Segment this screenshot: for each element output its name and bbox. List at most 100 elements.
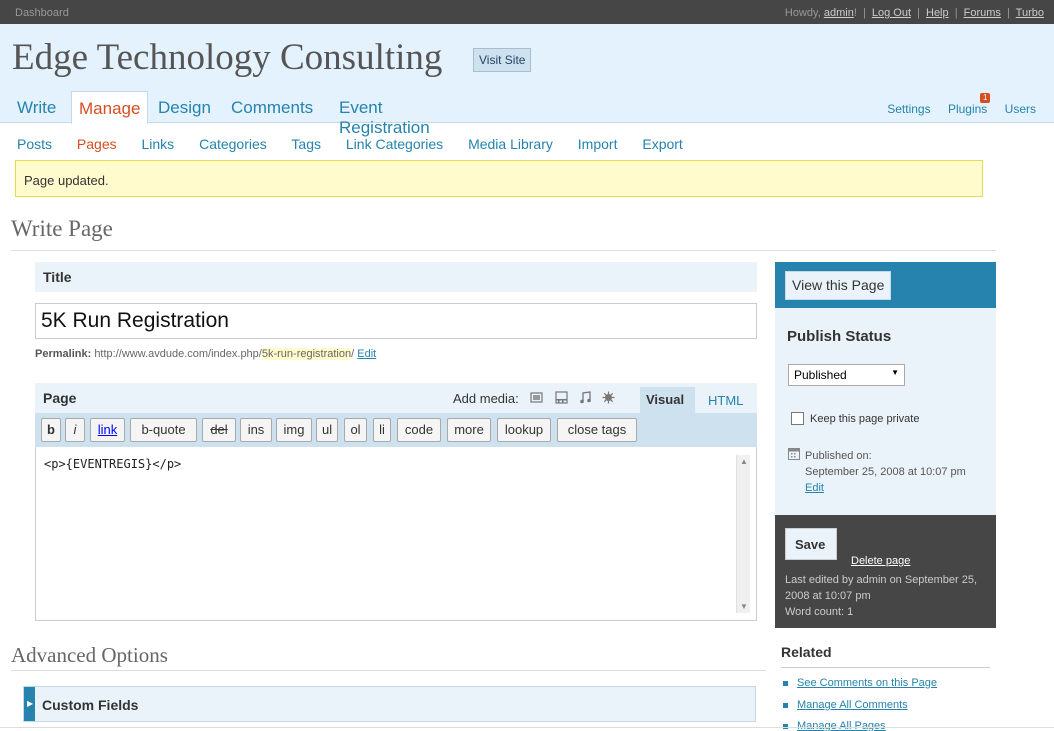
subnav-categories[interactable]: Categories xyxy=(199,136,267,152)
related-heading: Related xyxy=(781,644,832,660)
list-item: See Comments on this Page xyxy=(783,677,937,689)
editor-scrollbar[interactable]: ▲ ▼ xyxy=(736,455,750,613)
qt-more-button[interactable]: more xyxy=(447,418,491,442)
save-box: Save Delete page Last edited by admin on… xyxy=(775,515,996,628)
bullet-icon xyxy=(783,680,788,686)
publish-status-select[interactable]: Published ▼ xyxy=(788,364,905,386)
user-profile-link[interactable]: admin xyxy=(824,7,854,19)
scroll-down-icon[interactable]: ▼ xyxy=(740,602,748,611)
permalink-edit-link[interactable]: Edit xyxy=(357,348,376,360)
keep-private-checkbox[interactable] xyxy=(791,412,804,425)
nav-write[interactable]: Write xyxy=(10,91,63,123)
tab-visual[interactable]: Visual xyxy=(640,387,695,413)
title-input[interactable]: 5K Run Registration xyxy=(35,303,757,339)
qt-ins-button[interactable]: ins xyxy=(240,418,272,442)
manage-comments-link[interactable]: Manage All Comments xyxy=(797,699,908,711)
published-edit-link[interactable]: Edit xyxy=(805,482,824,494)
qt-italic-button[interactable]: i xyxy=(65,418,85,442)
nav-comments[interactable]: Comments xyxy=(224,91,320,123)
published-on-text: Published on: September 25, 2008 at 10:0… xyxy=(805,448,980,496)
permalink-slug: 5k-run-registration xyxy=(261,348,352,360)
divider xyxy=(11,250,996,251)
calendar-icon xyxy=(788,448,800,460)
keep-private-label[interactable]: Keep this page private xyxy=(810,413,919,425)
qt-blockquote-button[interactable]: b-quote xyxy=(130,418,197,442)
sub-nav: Posts Pages Links Categories Tags Link C… xyxy=(17,136,704,152)
site-title: Edge Technology Consulting xyxy=(12,37,443,78)
logout-link[interactable]: Log Out xyxy=(872,7,911,19)
qt-li-button[interactable]: li xyxy=(373,418,391,442)
last-edited-info: Last edited by admin on September 25, 20… xyxy=(785,572,990,620)
nav-users[interactable]: Users xyxy=(1005,102,1036,116)
permalink: Permalink: http://www.avdude.com/index.p… xyxy=(35,348,376,360)
admin-topbar: Dashboard Howdy, admin! | Log Out | Help… xyxy=(0,0,1054,24)
tab-html[interactable]: HTML xyxy=(708,393,743,408)
subnav-posts[interactable]: Posts xyxy=(17,136,52,152)
qt-code-button[interactable]: code xyxy=(397,418,441,442)
quicktags-toolbar: b i link b-quote del ins img ul ol li co… xyxy=(35,413,757,447)
update-notice: Page updated. xyxy=(15,160,983,197)
help-link[interactable]: Help xyxy=(926,7,949,19)
turbo-link[interactable]: Turbo xyxy=(1016,7,1044,19)
nav-manage[interactable]: Manage xyxy=(71,91,149,124)
publish-status-value: Published xyxy=(794,368,847,382)
add-image-icon[interactable] xyxy=(530,391,543,404)
bullet-icon xyxy=(783,702,788,708)
last-edited-text: Last edited by admin on September 25, 20… xyxy=(785,574,978,602)
title-box-header: Title xyxy=(35,262,757,292)
subnav-tags[interactable]: Tags xyxy=(291,136,321,152)
visit-site-button[interactable]: Visit Site xyxy=(473,48,532,72)
add-audio-icon[interactable] xyxy=(579,391,592,404)
list-item: Manage All Comments xyxy=(783,699,908,711)
plugins-label: Plugins xyxy=(947,102,988,116)
add-media-icon[interactable] xyxy=(602,391,615,404)
qt-bold-button[interactable]: b xyxy=(41,418,61,442)
see-comments-link[interactable]: See Comments on this Page xyxy=(797,677,937,689)
publish-status-box: Publish Status Published ▼ Keep this pag… xyxy=(775,308,996,515)
subnav-media-library[interactable]: Media Library xyxy=(468,136,553,152)
content-editor[interactable]: <p>{EVENTREGIS}</p> ▲ ▼ xyxy=(35,447,757,621)
chevron-down-icon: ▼ xyxy=(891,368,899,377)
custom-fields-box[interactable]: ▶ Custom Fields xyxy=(23,686,756,722)
howdy-text: Howdy, xyxy=(784,7,821,19)
nav-settings[interactable]: Settings xyxy=(887,102,930,116)
add-media-label: Add media: xyxy=(453,391,519,406)
user-links: Howdy, admin! | Log Out | Help | Forums … xyxy=(784,7,1044,19)
nav-design[interactable]: Design xyxy=(151,91,218,123)
exclaim: ! xyxy=(853,7,857,19)
subnav-pages[interactable]: Pages xyxy=(77,136,117,152)
divider xyxy=(11,670,766,671)
qt-del-button[interactable]: del xyxy=(202,418,236,442)
qt-close-tags-button[interactable]: close tags xyxy=(557,418,637,442)
subnav-export[interactable]: Export xyxy=(642,136,682,152)
subnav-link-categories[interactable]: Link Categories xyxy=(346,136,443,152)
delete-page-link[interactable]: Delete page xyxy=(851,555,910,567)
permalink-base: http://www.avdude.com/index.php/ xyxy=(94,348,262,360)
divider xyxy=(781,667,990,668)
site-header: Edge Technology Consulting Visit Site Wr… xyxy=(0,24,1054,137)
settings-nav: Settings Plugins 1 Users xyxy=(873,93,1036,116)
published-date: September 25, 2008 at 10:07 pm xyxy=(805,466,966,478)
expand-arrow-icon[interactable]: ▶ xyxy=(24,687,35,721)
published-on-label: Published on: xyxy=(805,450,872,462)
manage-pages-link[interactable]: Manage All Pages xyxy=(797,720,886,731)
view-page-button[interactable]: View this Page xyxy=(785,271,892,300)
word-count: Word count: 1 xyxy=(785,606,854,618)
qt-ol-button[interactable]: ol xyxy=(344,418,367,442)
qt-ul-button[interactable]: ul xyxy=(316,418,338,442)
scroll-up-icon[interactable]: ▲ xyxy=(740,457,748,466)
save-button[interactable]: Save xyxy=(785,528,837,560)
add-video-icon[interactable] xyxy=(555,391,568,404)
dashboard-label: Dashboard xyxy=(15,7,69,19)
qt-img-button[interactable]: img xyxy=(276,418,312,442)
subnav-import[interactable]: Import xyxy=(578,136,618,152)
qt-link-button[interactable]: link xyxy=(90,418,125,442)
nav-event-registration[interactable]: Event Registration xyxy=(332,91,437,137)
qt-lookup-button[interactable]: lookup xyxy=(497,418,551,442)
editor-content[interactable]: <p>{EVENTREGIS}</p> xyxy=(44,457,181,471)
nav-plugins[interactable]: Plugins 1 xyxy=(947,93,991,116)
subnav-links[interactable]: Links xyxy=(142,136,175,152)
advanced-options-heading: Advanced Options xyxy=(11,643,168,667)
forums-link[interactable]: Forums xyxy=(964,7,1001,19)
permalink-label: Permalink: xyxy=(35,348,92,360)
